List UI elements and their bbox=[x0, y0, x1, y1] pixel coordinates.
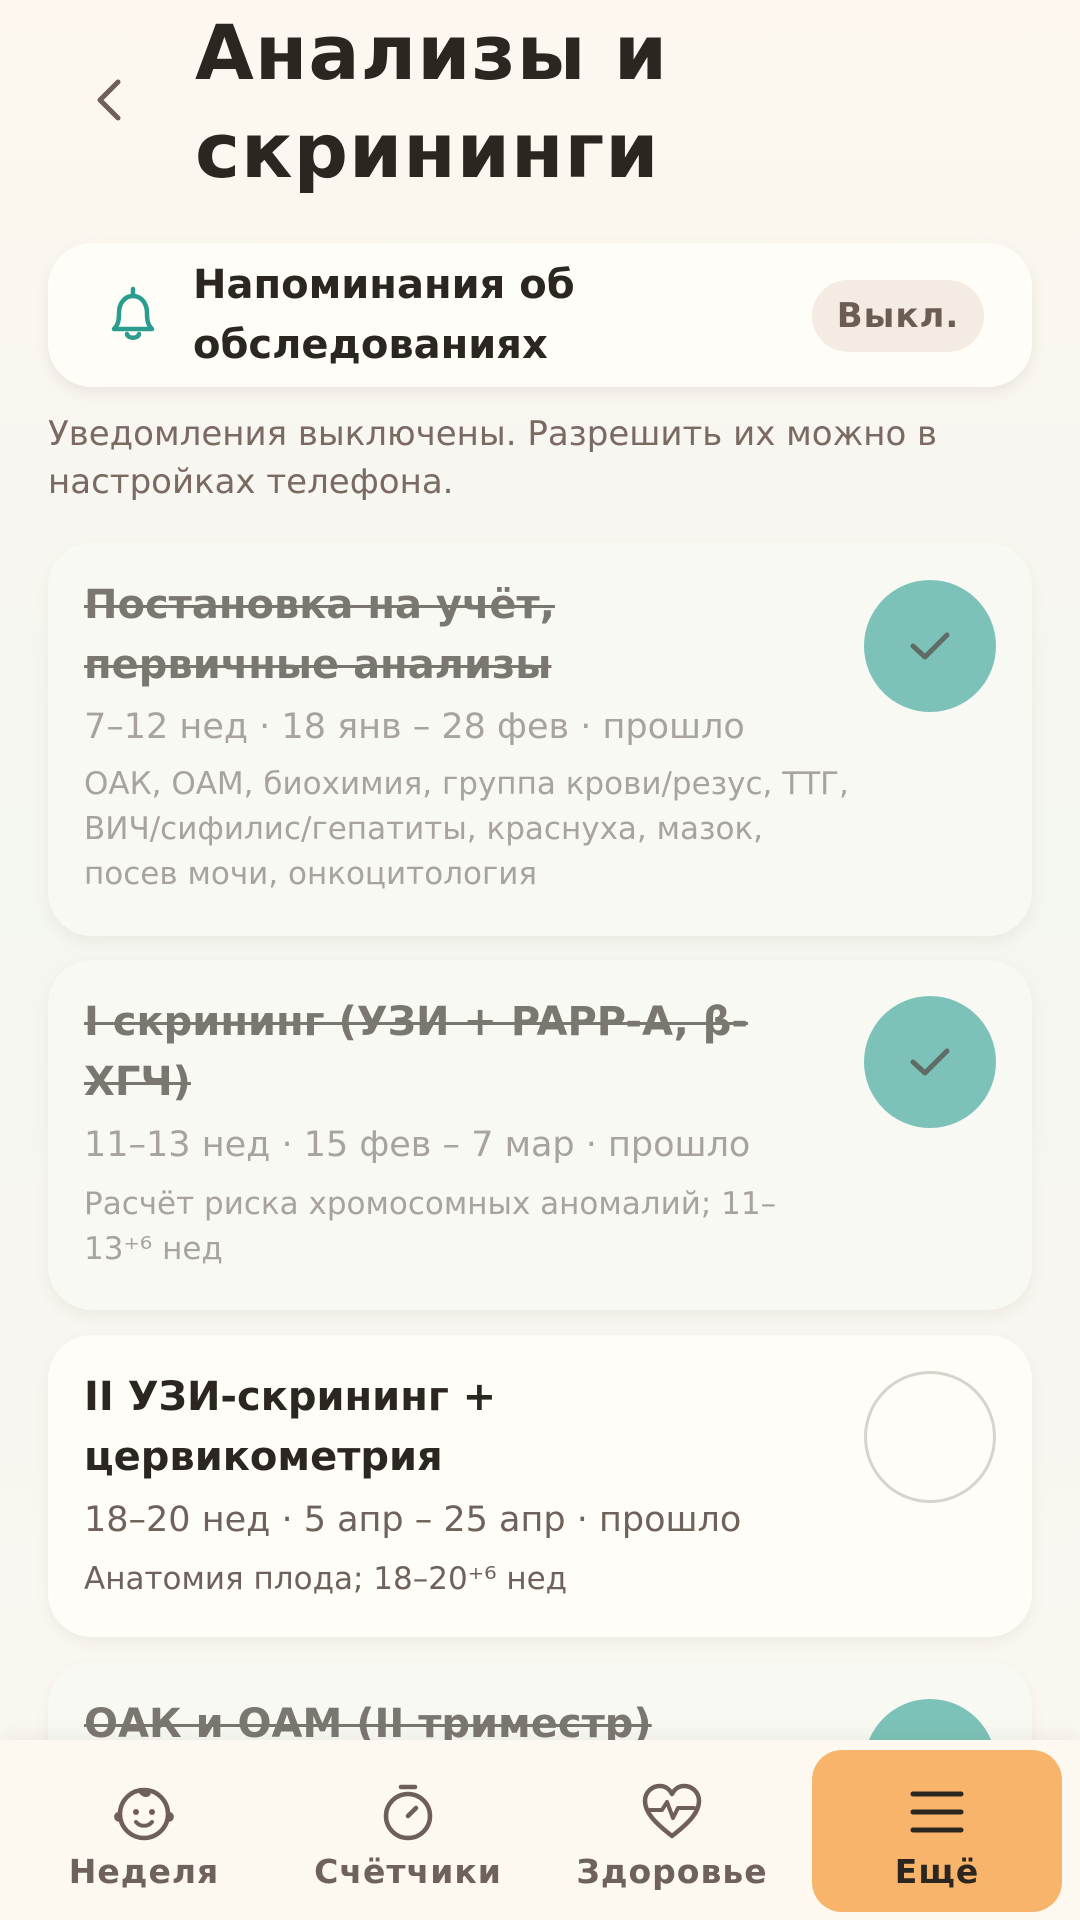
nav-counters-label: Счётчики bbox=[314, 1852, 502, 1891]
done-checkbox[interactable] bbox=[864, 996, 996, 1128]
reminder-toggle-button[interactable]: Выкл. bbox=[812, 280, 984, 352]
page-title-line1: Анализы и bbox=[195, 8, 669, 97]
card-description: Анатомия плода; 18–20⁺⁶ нед bbox=[84, 1561, 568, 1597]
bottom-navigation: Неделя Счётчики Здоровье Ещё bbox=[0, 1740, 1080, 1920]
done-checkbox[interactable] bbox=[864, 1371, 996, 1503]
bell-icon bbox=[111, 286, 155, 340]
nav-week-label: Неделя bbox=[68, 1852, 220, 1891]
card-description: Расчёт риска хромосомных аномалий; 11–13… bbox=[84, 1186, 777, 1267]
card-title: Постановка на учёт, первичные анализы bbox=[84, 582, 555, 688]
card-title: I скрининг (УЗИ + PAPP-A, β-ХГЧ) bbox=[84, 999, 749, 1105]
nav-week[interactable]: Неделя bbox=[19, 1750, 269, 1912]
card-title: II УЗИ-скрининг + цервикометрия bbox=[84, 1374, 497, 1480]
nav-health-label: Здоровье bbox=[576, 1852, 768, 1891]
nav-more[interactable]: Ещё bbox=[812, 1750, 1062, 1912]
card-meta: 11–13 нед · 15 фев – 7 мар · прошло bbox=[84, 1125, 751, 1165]
card-description: ОАК, ОАМ, биохимия, группа крови/резус, … bbox=[84, 766, 849, 892]
screen: Анализы и скрининги Напоминания об обсле… bbox=[0, 0, 1080, 1920]
checkmark-icon bbox=[910, 632, 950, 660]
reminder-card[interactable]: Напоминания об обследованиях Выкл. bbox=[48, 243, 1032, 387]
page-title: Анализы и скрининги bbox=[195, 4, 995, 200]
page-title-line2: скрининги bbox=[195, 106, 660, 195]
checklist-card[interactable]: Постановка на учёт, первичные анализы 7–… bbox=[48, 543, 1032, 936]
done-checkbox[interactable] bbox=[864, 580, 996, 712]
baby-face-icon bbox=[114, 1787, 174, 1841]
chevron-left-icon bbox=[97, 79, 121, 121]
menu-icon bbox=[910, 1791, 964, 1833]
back-button[interactable] bbox=[80, 70, 140, 130]
checklist-card[interactable]: II УЗИ-скрининг + цервикометрия 18–20 не… bbox=[48, 1335, 1032, 1637]
checkmark-icon bbox=[910, 1048, 950, 1076]
notifications-notice: Уведомления выключены. Разрешить их можн… bbox=[48, 414, 938, 502]
reminder-label-line1: Напоминания об bbox=[193, 262, 575, 308]
card-meta: 7–12 нед · 18 янв – 28 фев · прошло bbox=[84, 707, 745, 747]
stopwatch-icon bbox=[383, 1784, 433, 1841]
reminder-label-line2: обследованиях bbox=[193, 322, 548, 368]
card-meta: 18–20 нед · 5 апр – 25 апр · прошло bbox=[84, 1500, 742, 1540]
nav-counters[interactable]: Счётчики bbox=[283, 1750, 533, 1912]
nav-health[interactable]: Здоровье bbox=[547, 1750, 797, 1912]
nav-more-label: Ещё bbox=[894, 1852, 980, 1891]
checklist-card[interactable]: I скрининг (УЗИ + PAPP-A, β-ХГЧ) 11–13 н… bbox=[48, 960, 1032, 1310]
reminder-label: Напоминания об обследованиях bbox=[193, 255, 713, 375]
heart-pulse-icon bbox=[642, 1783, 702, 1839]
